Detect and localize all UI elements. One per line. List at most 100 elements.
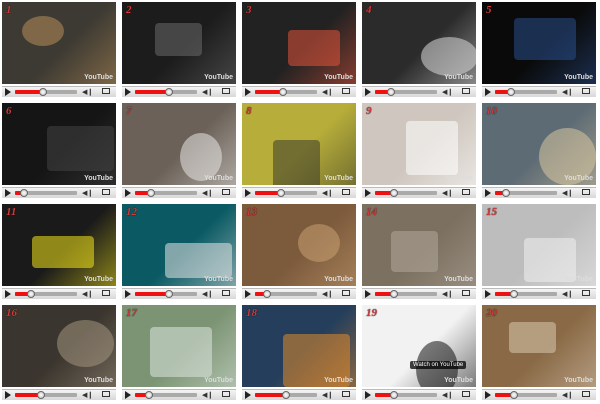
youtube-logo[interactable]: YouTube	[204, 175, 233, 182]
progress-bar[interactable]	[375, 391, 437, 399]
progress-bar[interactable]	[15, 391, 77, 399]
progress-handle[interactable]	[389, 189, 398, 197]
volume-icon[interactable]: ◀❙	[82, 391, 93, 399]
video-thumbnail[interactable]: 10 YouTube	[482, 103, 596, 185]
progress-bar[interactable]	[255, 88, 317, 96]
video-embed[interactable]: 10 YouTube ◀❙	[480, 101, 598, 199]
youtube-logo[interactable]: YouTube	[564, 175, 593, 182]
video-embed[interactable]: 11 YouTube ◀❙	[0, 202, 118, 300]
youtube-logo[interactable]: YouTube	[324, 74, 353, 81]
volume-icon[interactable]: ◀❙	[82, 290, 93, 298]
progress-bar[interactable]	[255, 290, 317, 298]
volume-icon[interactable]: ◀❙	[562, 88, 573, 96]
video-embed[interactable]: 9 YouTube ◀❙	[360, 101, 478, 199]
youtube-logo[interactable]: YouTube	[84, 377, 113, 384]
fullscreen-icon[interactable]	[102, 391, 110, 397]
volume-icon[interactable]: ◀❙	[82, 189, 93, 197]
volume-icon[interactable]: ◀❙	[202, 88, 213, 96]
volume-icon[interactable]: ◀❙	[442, 290, 453, 298]
play-icon[interactable]	[125, 391, 131, 399]
progress-handle[interactable]	[509, 290, 518, 298]
progress-handle[interactable]	[506, 88, 515, 96]
video-embed[interactable]: 1 YouTube ◀❙	[0, 0, 118, 98]
volume-icon[interactable]: ◀❙	[442, 189, 453, 197]
progress-handle[interactable]	[509, 391, 518, 399]
youtube-logo[interactable]: YouTube	[444, 276, 473, 283]
youtube-logo[interactable]: YouTube	[84, 276, 113, 283]
video-thumbnail[interactable]: 14 YouTube	[362, 204, 476, 286]
play-icon[interactable]	[485, 391, 491, 399]
video-embed[interactable]: 13 YouTube ◀❙	[240, 202, 358, 300]
youtube-logo[interactable]: YouTube	[324, 276, 353, 283]
play-icon[interactable]	[365, 189, 371, 197]
fullscreen-icon[interactable]	[342, 391, 350, 397]
volume-icon[interactable]: ◀❙	[562, 189, 573, 197]
progress-bar[interactable]	[495, 290, 557, 298]
progress-handle[interactable]	[37, 391, 46, 399]
video-embed[interactable]: 3 YouTube ◀❙	[240, 0, 358, 98]
video-thumbnail[interactable]: 13 YouTube	[242, 204, 356, 286]
progress-bar[interactable]	[15, 88, 77, 96]
video-thumbnail[interactable]: 7 YouTube	[122, 103, 236, 185]
progress-handle[interactable]	[26, 290, 35, 298]
progress-handle[interactable]	[165, 88, 174, 96]
volume-icon[interactable]: ◀❙	[202, 290, 213, 298]
progress-bar[interactable]	[375, 189, 437, 197]
youtube-logo[interactable]: YouTube	[564, 74, 593, 81]
fullscreen-icon[interactable]	[102, 189, 110, 195]
video-embed[interactable]: 4 YouTube ◀❙	[360, 0, 478, 98]
video-thumbnail[interactable]: 17 YouTube	[122, 305, 236, 387]
fullscreen-icon[interactable]	[222, 391, 230, 397]
video-embed[interactable]: 7 YouTube ◀❙	[120, 101, 238, 199]
fullscreen-icon[interactable]	[462, 391, 470, 397]
progress-handle[interactable]	[146, 189, 155, 197]
play-icon[interactable]	[485, 290, 491, 298]
video-embed[interactable]: 17 YouTube ◀❙	[120, 303, 238, 401]
fullscreen-icon[interactable]	[582, 189, 590, 195]
play-icon[interactable]	[5, 189, 11, 197]
play-icon[interactable]	[365, 290, 371, 298]
progress-handle[interactable]	[502, 189, 511, 197]
play-icon[interactable]	[485, 189, 491, 197]
fullscreen-icon[interactable]	[222, 88, 230, 94]
fullscreen-icon[interactable]	[102, 88, 110, 94]
video-thumbnail[interactable]: 4 YouTube	[362, 2, 476, 84]
video-embed[interactable]: 2 YouTube ◀❙	[120, 0, 238, 98]
youtube-logo[interactable]: YouTube	[564, 377, 593, 384]
play-icon[interactable]	[365, 88, 371, 96]
video-embed[interactable]: 14 YouTube ◀❙	[360, 202, 478, 300]
progress-bar[interactable]	[255, 391, 317, 399]
play-icon[interactable]	[245, 189, 251, 197]
youtube-logo[interactable]: YouTube	[84, 175, 113, 182]
progress-bar[interactable]	[255, 189, 317, 197]
play-icon[interactable]	[485, 88, 491, 96]
progress-bar[interactable]	[375, 290, 437, 298]
progress-bar[interactable]	[15, 189, 77, 197]
volume-icon[interactable]: ◀❙	[442, 391, 453, 399]
progress-bar[interactable]	[495, 88, 557, 96]
progress-bar[interactable]	[135, 290, 197, 298]
video-embed[interactable]: 18 YouTube ◀❙	[240, 303, 358, 401]
youtube-logo[interactable]: YouTube	[324, 175, 353, 182]
volume-icon[interactable]: ◀❙	[442, 88, 453, 96]
video-embed[interactable]: 12 YouTube ◀❙	[120, 202, 238, 300]
progress-bar[interactable]	[375, 88, 437, 96]
progress-handle[interactable]	[165, 290, 174, 298]
volume-icon[interactable]: ◀❙	[82, 88, 93, 96]
volume-icon[interactable]: ◀❙	[202, 189, 213, 197]
progress-handle[interactable]	[277, 189, 286, 197]
progress-handle[interactable]	[386, 88, 395, 96]
volume-icon[interactable]: ◀❙	[322, 88, 333, 96]
play-icon[interactable]	[5, 88, 11, 96]
progress-bar[interactable]	[135, 88, 197, 96]
play-icon[interactable]	[125, 88, 131, 96]
video-thumbnail[interactable]: 8 YouTube	[242, 103, 356, 185]
fullscreen-icon[interactable]	[222, 290, 230, 296]
watch-on-youtube-overlay[interactable]: Watch on YouTube	[410, 361, 467, 369]
video-thumbnail[interactable]: 19 YouTube Watch on YouTube	[362, 305, 476, 387]
play-icon[interactable]	[5, 391, 11, 399]
progress-handle[interactable]	[38, 88, 47, 96]
video-thumbnail[interactable]: 12 YouTube	[122, 204, 236, 286]
youtube-logo[interactable]: YouTube	[204, 377, 233, 384]
progress-handle[interactable]	[278, 88, 287, 96]
